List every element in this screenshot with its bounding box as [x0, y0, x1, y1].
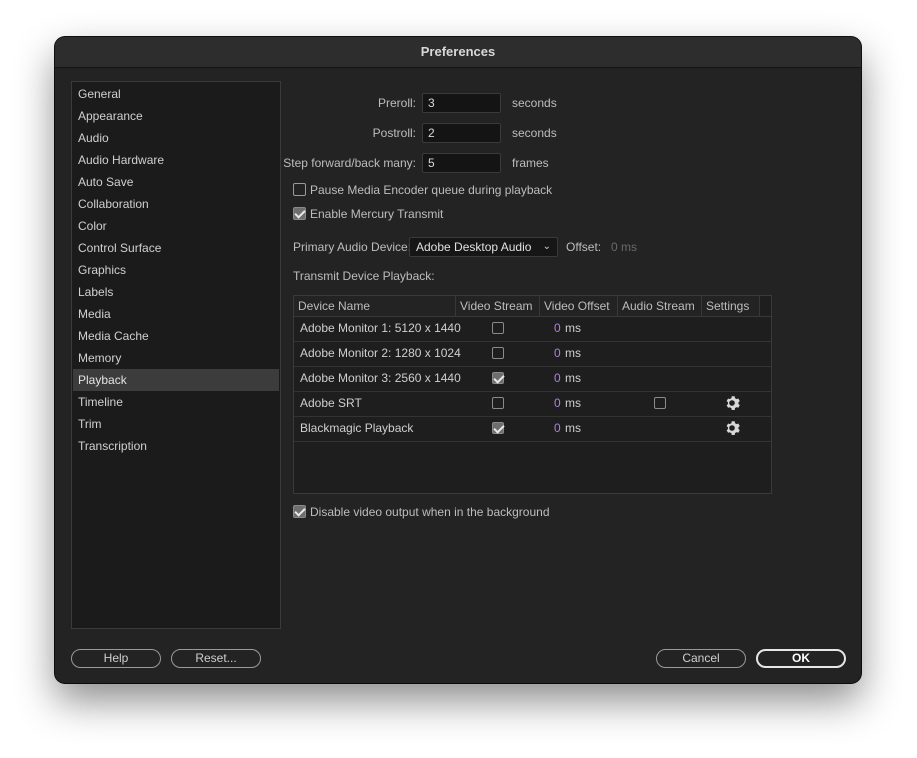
- pause-media-encoder-checkbox[interactable]: [293, 183, 306, 196]
- column-device-name[interactable]: Device Name: [294, 296, 456, 316]
- primary-audio-dropdown[interactable]: Adobe Desktop Audio ⌄: [409, 237, 558, 257]
- video-stream-checkbox[interactable]: [492, 397, 504, 409]
- column-video-stream[interactable]: Video Stream: [456, 296, 540, 316]
- video-stream-checkbox[interactable]: [492, 322, 504, 334]
- primary-audio-label: Primary Audio Device:: [293, 240, 412, 254]
- sidebar-item-color[interactable]: Color: [73, 215, 279, 237]
- disable-background-label: Disable video output when in the backgro…: [310, 505, 550, 519]
- sidebar-item-appearance[interactable]: Appearance: [73, 105, 279, 127]
- sidebar-item-audio-hardware[interactable]: Audio Hardware: [73, 149, 279, 171]
- step-unit: frames: [512, 156, 549, 170]
- table-row[interactable]: Adobe Monitor 3: 2560 x 1440 0 ms: [294, 366, 771, 392]
- device-name-cell: Adobe Monitor 3: 2560 x 1440: [300, 371, 461, 385]
- sidebar-item-media-cache[interactable]: Media Cache: [73, 325, 279, 347]
- gear-icon[interactable]: [724, 420, 740, 436]
- table-header: Device Name Video Stream Video Offset Au…: [294, 296, 771, 317]
- video-offset-value[interactable]: 0: [554, 341, 561, 366]
- sidebar-item-timeline[interactable]: Timeline: [73, 391, 279, 413]
- video-offset-unit: ms: [565, 371, 581, 385]
- table-row[interactable]: Blackmagic Playback 0 ms: [294, 416, 771, 442]
- sidebar-item-transcription[interactable]: Transcription: [73, 435, 279, 457]
- pause-media-encoder-label: Pause Media Encoder queue during playbac…: [310, 183, 553, 197]
- offset-label: Offset:: [566, 240, 602, 254]
- video-offset-value[interactable]: 0: [554, 416, 561, 441]
- enable-mercury-label: Enable Mercury Transmit: [310, 207, 444, 221]
- preferences-window: Preferences General Appearance Audio Audio …: [55, 37, 861, 683]
- video-offset-value[interactable]: 0: [554, 366, 561, 391]
- postroll-input[interactable]: 2: [422, 123, 501, 143]
- window-title: Preferences: [55, 37, 861, 68]
- column-settings[interactable]: Settings: [702, 296, 760, 316]
- table-row[interactable]: Adobe SRT 0 ms: [294, 391, 771, 417]
- sidebar-item-trim[interactable]: Trim: [73, 413, 279, 435]
- video-offset-value[interactable]: 0: [554, 391, 561, 416]
- postroll-unit: seconds: [512, 126, 557, 140]
- gear-icon[interactable]: [724, 395, 740, 411]
- sidebar-item-control-surface[interactable]: Control Surface: [73, 237, 279, 259]
- sidebar-item-memory[interactable]: Memory: [73, 347, 279, 369]
- video-stream-checkbox[interactable]: [492, 422, 504, 434]
- preroll-label: Preroll:: [377, 96, 416, 110]
- offset-value: 0 ms: [611, 240, 638, 254]
- video-offset-unit: ms: [565, 421, 581, 435]
- sidebar-item-general[interactable]: General: [73, 83, 279, 105]
- sidebar-item-playback[interactable]: Playback: [73, 369, 279, 391]
- video-offset-unit: ms: [565, 396, 581, 410]
- device-name-cell: Blackmagic Playback: [300, 421, 414, 435]
- step-label: Step forward/back many:: [283, 156, 416, 170]
- postroll-label: Postroll:: [372, 126, 416, 140]
- device-name-cell: Adobe Monitor 1: 5120 x 1440: [300, 321, 461, 335]
- device-name-cell: Adobe SRT: [300, 396, 362, 410]
- video-offset-unit: ms: [565, 346, 581, 360]
- cancel-button[interactable]: Cancel: [656, 649, 746, 668]
- reset-button[interactable]: Reset...: [171, 649, 261, 668]
- enable-mercury-checkbox[interactable]: [293, 207, 306, 220]
- table-row[interactable]: Adobe Monitor 1: 5120 x 1440 0 ms: [294, 316, 771, 342]
- help-button[interactable]: Help: [71, 649, 161, 668]
- chevron-down-icon: ⌄: [542, 241, 551, 252]
- sidebar-item-auto-save[interactable]: Auto Save: [73, 171, 279, 193]
- device-name-cell: Adobe Monitor 2: 1280 x 1024: [300, 346, 461, 360]
- transmit-device-table: Device Name Video Stream Video Offset Au…: [293, 295, 772, 494]
- column-video-offset[interactable]: Video Offset: [540, 296, 618, 316]
- video-offset-unit: ms: [565, 321, 581, 335]
- preroll-input[interactable]: 3: [422, 93, 501, 113]
- video-stream-checkbox[interactable]: [492, 372, 504, 384]
- step-input[interactable]: 5: [422, 153, 501, 173]
- sidebar-item-graphics[interactable]: Graphics: [73, 259, 279, 281]
- video-stream-checkbox[interactable]: [492, 347, 504, 359]
- disable-background-checkbox[interactable]: [293, 505, 306, 518]
- video-offset-value[interactable]: 0: [554, 316, 561, 341]
- ok-button[interactable]: OK: [756, 649, 846, 668]
- sidebar-item-labels[interactable]: Labels: [73, 281, 279, 303]
- preferences-sidebar: General Appearance Audio Audio Hardware Auto…: [71, 81, 281, 629]
- sidebar-item-collaboration[interactable]: Collaboration: [73, 193, 279, 215]
- sidebar-item-audio[interactable]: Audio: [73, 127, 279, 149]
- sidebar-item-media[interactable]: Media: [73, 303, 279, 325]
- column-audio-stream[interactable]: Audio Stream: [618, 296, 702, 316]
- primary-audio-value: Adobe Desktop Audio: [416, 240, 532, 254]
- table-row[interactable]: Adobe Monitor 2: 1280 x 1024 0 ms: [294, 341, 771, 367]
- preroll-unit: seconds: [512, 96, 557, 110]
- transmit-label: Transmit Device Playback:: [293, 269, 435, 283]
- audio-stream-checkbox[interactable]: [654, 397, 666, 409]
